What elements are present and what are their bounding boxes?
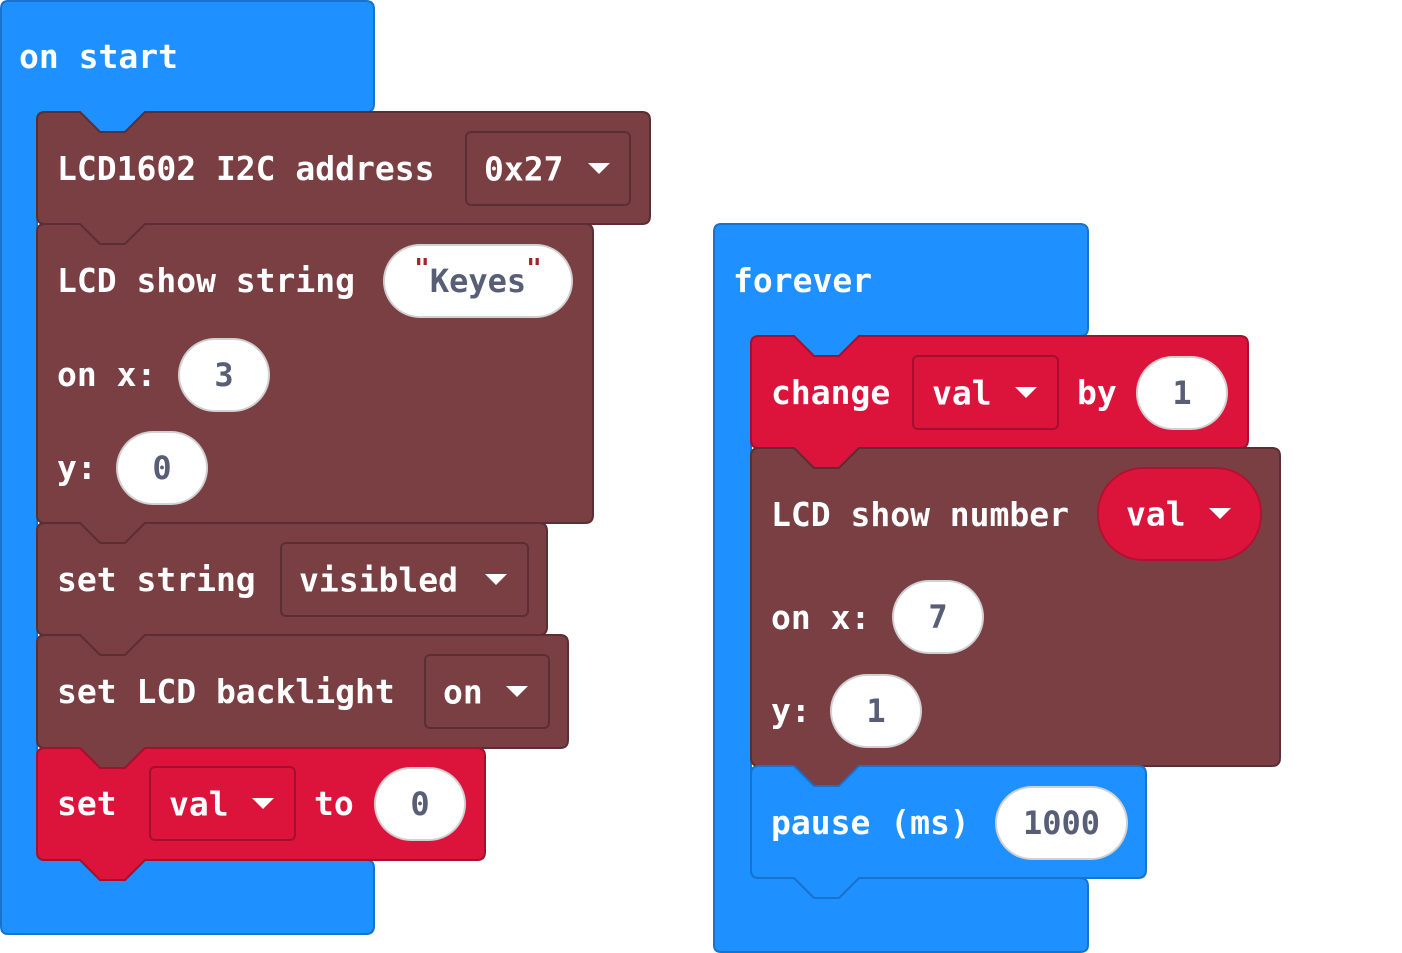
show-number-label: LCD show number (771, 495, 1070, 534)
set-variable-label: set (57, 784, 117, 823)
address-dropdown[interactable]: 0x27 (465, 131, 631, 206)
chevron-down-icon (1015, 386, 1037, 398)
on-x-label: on x: (771, 598, 871, 637)
string-value: Keyes (429, 262, 527, 300)
chevron-down-icon (588, 162, 610, 174)
change-variable-dropdown[interactable]: val (912, 355, 1059, 430)
change-label: change (771, 373, 891, 412)
address-value: 0x27 (484, 149, 564, 188)
string-visibility-dropdown[interactable]: visibled (280, 542, 529, 617)
forever-label: forever (733, 261, 873, 300)
show-string-label: LCD show string (57, 261, 356, 300)
variable-reporter-val[interactable]: val (1097, 467, 1262, 561)
x-input[interactable]: 3 (178, 338, 270, 412)
y-input[interactable]: 1 (830, 674, 922, 748)
reporter-variable-name: val (1126, 494, 1186, 534)
change-value-input[interactable]: 1 (1136, 356, 1228, 430)
string-visibility-value: visibled (299, 560, 458, 599)
by-label: by (1077, 373, 1117, 412)
y-label: y: (771, 691, 811, 730)
to-label: to (314, 784, 354, 823)
pause-ms-input[interactable]: 1000 (995, 786, 1128, 860)
pause-label: pause (ms) (771, 803, 970, 842)
backlight-value: on (443, 672, 483, 711)
chevron-down-icon (252, 797, 274, 809)
backlight-dropdown[interactable]: on (424, 654, 550, 729)
on-x-label: on x: (57, 355, 157, 394)
lcd-init-label: LCD1602 I2C address (57, 149, 435, 188)
quote-close: " (526, 254, 542, 284)
chevron-down-icon (485, 573, 507, 585)
set-variable-dropdown[interactable]: val (149, 766, 296, 841)
change-variable-name: val (932, 373, 992, 412)
set-string-label: set string (57, 560, 256, 599)
on-start-label: on start (19, 37, 178, 76)
y-label: y: (57, 448, 97, 487)
set-backlight-label: set LCD backlight (57, 672, 395, 711)
quote-open: " (414, 254, 430, 284)
y-input[interactable]: 0 (116, 431, 208, 505)
chevron-down-icon (506, 685, 528, 697)
string-input[interactable]: " Keyes " (383, 244, 573, 318)
chevron-down-icon (1209, 508, 1231, 519)
set-value-input[interactable]: 0 (374, 767, 466, 841)
x-input[interactable]: 7 (892, 580, 984, 654)
set-variable-name: val (169, 784, 229, 823)
